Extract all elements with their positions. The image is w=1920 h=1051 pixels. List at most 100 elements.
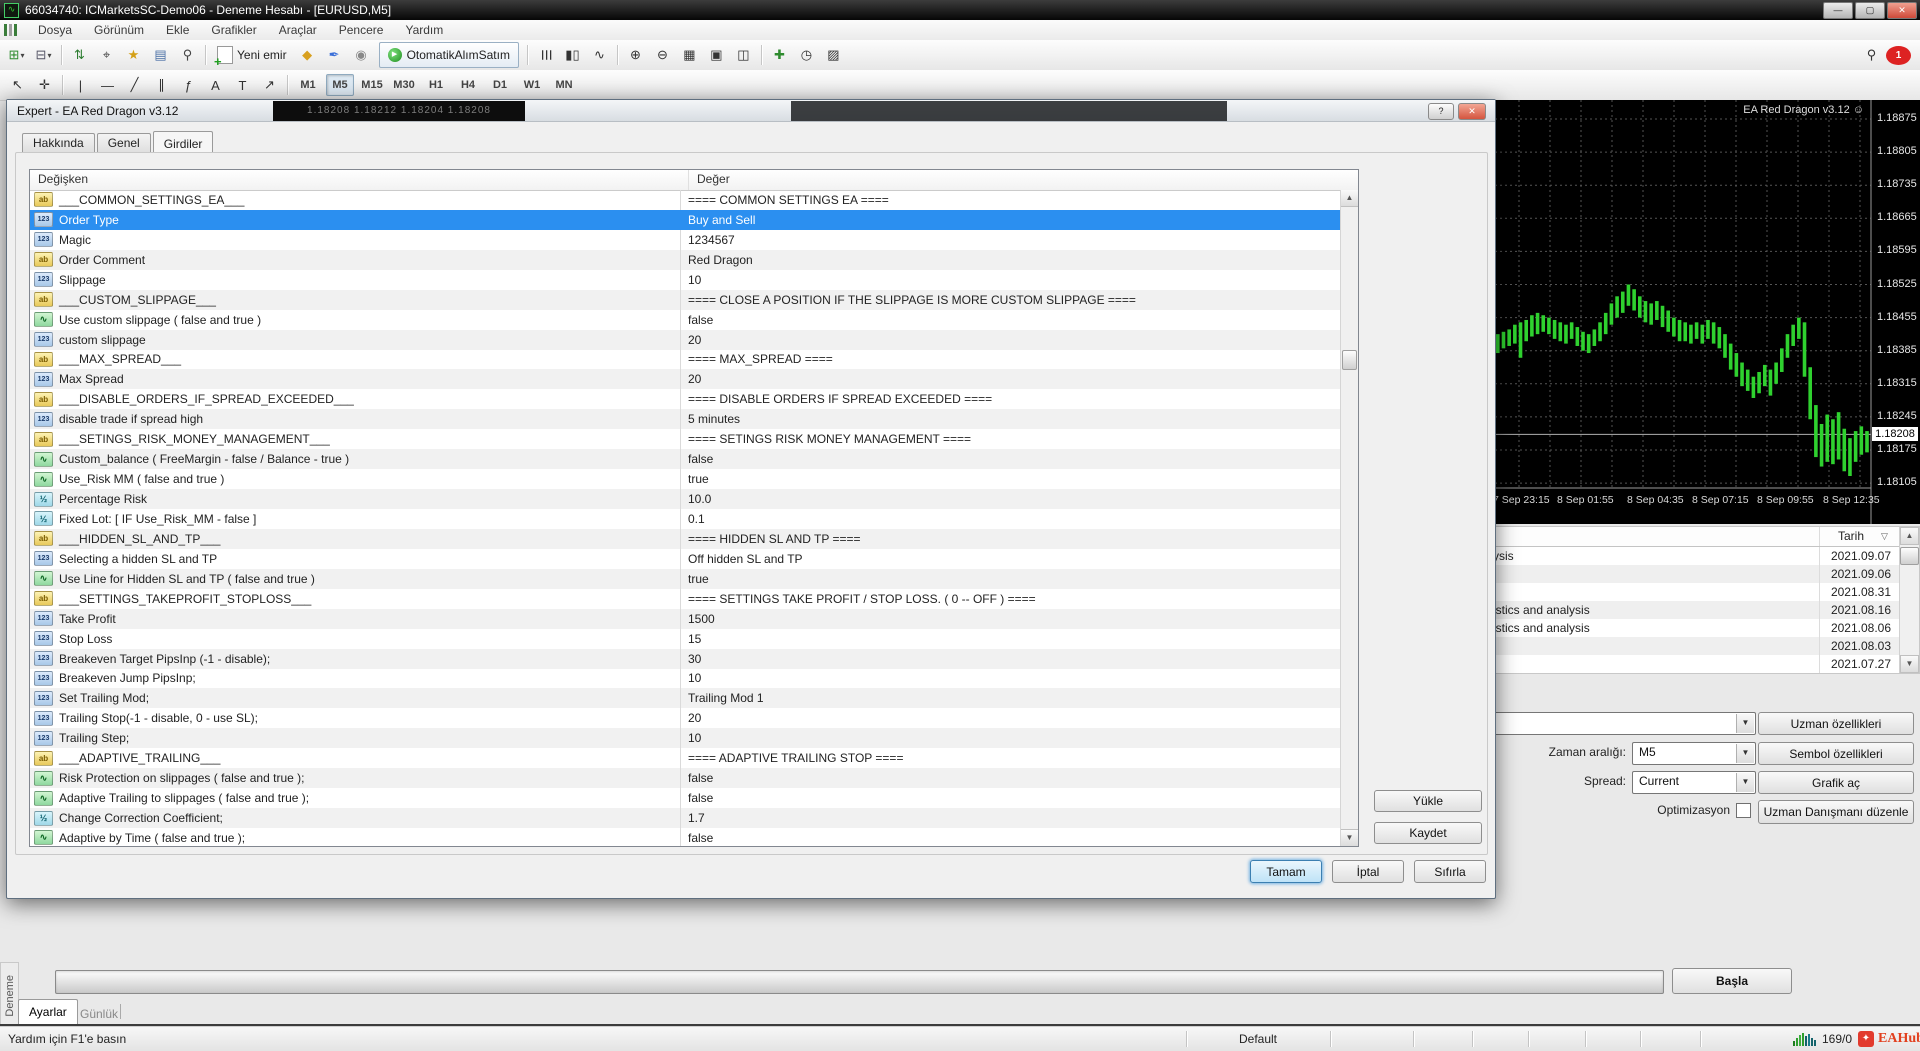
report-list-header[interactable]: Tarih ▽ (1463, 527, 1919, 547)
open-chart-button[interactable]: Grafik aç (1758, 771, 1914, 794)
timeframe-d1[interactable]: D1 (486, 74, 514, 96)
status-profile[interactable]: Default (1186, 1027, 1330, 1051)
cascade-windows-button[interactable]: ▣ (704, 43, 729, 67)
close-button[interactable]: ✕ (1887, 2, 1917, 19)
param-row[interactable]: 123 Order Type Buy and Sell (30, 209, 1341, 230)
autotrading-button[interactable]: ▶ OtomatikAlımSatım (378, 42, 519, 68)
text-tool[interactable]: A (203, 73, 228, 97)
save-button[interactable]: Kaydet (1374, 822, 1482, 844)
param-row[interactable]: 123 Selecting a hidden SL and TP Off hidde… (30, 548, 1341, 569)
param-row[interactable]: 123 Take Profit 1500 (30, 608, 1341, 629)
scroll-up-icon[interactable]: ▲ (1900, 527, 1919, 545)
menu-ara-lar[interactable]: Araçlar (268, 23, 328, 37)
cancel-button[interactable]: İptal (1332, 860, 1404, 883)
param-row[interactable]: 123 Magic 1234567 (30, 229, 1341, 250)
spread-select[interactable]: Current ▼ (1632, 771, 1756, 794)
param-row[interactable]: ∿ Use Line for Hidden SL and TP ( false a… (30, 568, 1341, 589)
timeframe-m5[interactable]: M5 (326, 74, 354, 96)
community-button[interactable]: ✒ (322, 43, 347, 67)
param-row[interactable]: 123 Trailing Stop(-1 - disable, 0 - use S… (30, 708, 1341, 729)
modify-expert-button[interactable]: Uzman Danışmanı düzenle (1758, 800, 1914, 824)
param-row[interactable]: ab ___MAX_SPREAD___ ==== MAX_SPREAD ==== (30, 349, 1341, 370)
optimization-checkbox[interactable] (1736, 803, 1751, 818)
symbol-properties-button[interactable]: Sembol özellikleri (1758, 742, 1914, 765)
report-scrollbar[interactable]: ▲ ▼ (1899, 527, 1919, 673)
param-row[interactable]: 123 Breakeven Target PipsInp (-1 - disabl… (30, 648, 1341, 669)
param-row[interactable]: ∿ Use custom slippage ( false and true ) f… (30, 309, 1341, 330)
param-row[interactable]: ab ___COMMON_SETTINGS_EA___ ==== COMMON SE… (30, 190, 1341, 210)
param-row[interactable]: ½ Change Correction Coefficient; 1.7 (30, 808, 1341, 828)
horizontal-line-tool[interactable]: — (95, 73, 120, 97)
report-row[interactable]: istics and analysis 2021.08.16 (1463, 601, 1919, 619)
data-window-button[interactable]: ⌖ (94, 43, 119, 67)
param-row[interactable]: 123 Breakeven Jump PipsInp; 10 (30, 668, 1341, 689)
param-row[interactable]: ab ___SETTINGS_TAKEPROFIT_STOPLOSS___ ====… (30, 588, 1341, 609)
menu-dosya[interactable]: Dosya (27, 23, 83, 37)
param-row[interactable]: 123 Max Spread 20 (30, 369, 1341, 390)
menu-pencere[interactable]: Pencere (328, 23, 395, 37)
date-column-header[interactable]: Tarih (1821, 527, 1881, 546)
variable-column-header[interactable]: Değişken (30, 170, 689, 190)
crosshair-tool[interactable]: ✛ (32, 73, 57, 97)
price-chart[interactable]: 1.18875 1.18805 1.18735 1.18665 1.18595 1.185… (1480, 100, 1920, 524)
param-row[interactable]: 123 Slippage 10 (30, 269, 1341, 290)
menu-yard-m[interactable]: Yardım (394, 23, 454, 37)
expert-select[interactable]: ▼ (1470, 712, 1756, 735)
menu-g-r-n-m[interactable]: Görünüm (83, 23, 155, 37)
zoom-in-button[interactable]: ⊕ (623, 43, 648, 67)
timeframe-m15[interactable]: M15 (358, 74, 386, 96)
minimize-button[interactable]: — (1823, 2, 1853, 19)
timeframe-w1[interactable]: W1 (518, 74, 546, 96)
market-watch-button[interactable]: ⇅ (67, 43, 92, 67)
value-column-header[interactable]: Değer (689, 170, 1358, 190)
report-row[interactable]: 2021.07.27 (1463, 655, 1919, 673)
new-order-button[interactable]: Yeni emir (210, 43, 294, 69)
param-row[interactable]: ∿ Use_Risk MM ( false and true ) true (30, 469, 1341, 490)
channel-tool[interactable]: ∥ (149, 73, 174, 97)
param-row[interactable]: 123 custom slippage 20 (30, 329, 1341, 350)
dialog-help-button[interactable]: ? (1428, 103, 1454, 120)
scroll-up-icon[interactable]: ▲ (1341, 190, 1358, 207)
scroll-thumb[interactable] (1342, 350, 1357, 370)
periods-button[interactable]: ◷ (794, 43, 819, 67)
param-row[interactable]: ∿ Adaptive Trailing to slippages ( false … (30, 788, 1341, 809)
report-row[interactable]: istics and analysis 2021.08.06 (1463, 619, 1919, 637)
report-row[interactable]: 2021.09.06 (1463, 565, 1919, 583)
start-button[interactable]: Başla (1672, 968, 1792, 994)
load-button[interactable]: Yükle (1374, 790, 1482, 812)
scroll-thumb[interactable] (1900, 547, 1919, 565)
ok-button[interactable]: Tamam (1250, 860, 1322, 883)
tab-girdiler[interactable]: Girdiler (152, 131, 214, 154)
param-row[interactable]: ½ Percentage Risk 10.0 (30, 489, 1341, 509)
navigator-button[interactable]: ★ (121, 43, 146, 67)
timeframe-m30[interactable]: M30 (390, 74, 418, 96)
vertical-line-tool[interactable]: | (68, 73, 93, 97)
tile-windows-button[interactable]: ▦ (677, 43, 702, 67)
maximize-button[interactable]: ▢ (1855, 2, 1885, 19)
search-button[interactable]: ⚲ (1859, 43, 1884, 67)
timeframe-h4[interactable]: H4 (454, 74, 482, 96)
menu-grafikler[interactable]: Grafikler (200, 23, 267, 37)
table-scrollbar[interactable]: ▲ ▼ (1340, 190, 1358, 846)
zoom-out-button[interactable]: ⊖ (650, 43, 675, 67)
param-row[interactable]: ab ___ADAPTIVE_TRAILING___ ==== ADAPTIVE T… (30, 748, 1341, 769)
param-row[interactable]: ∿ Risk Protection on slippages ( false an… (30, 768, 1341, 789)
scroll-down-icon[interactable]: ▼ (1341, 829, 1358, 846)
sounds-button[interactable]: ◉ (349, 43, 374, 67)
cursor-tool[interactable]: ↖ (5, 73, 30, 97)
candlestick-chart-button[interactable]: ▮▯ (560, 43, 585, 67)
period-select[interactable]: M5 ▼ (1632, 742, 1756, 765)
param-row[interactable]: 123 Set Trailing Mod; Trailing Mod 1 (30, 688, 1341, 709)
new-chart-button[interactable]: ⊞ ▾ (4, 43, 29, 67)
profiles-button[interactable]: ⊟ ▾ (31, 43, 56, 67)
param-row[interactable]: ab ___SETINGS_RISK_MONEY_MANAGEMENT___ ===… (30, 429, 1341, 450)
param-row[interactable]: ab ___CUSTOM_SLIPPAGE___ ==== CLOSE A POSI… (30, 289, 1341, 310)
reset-button[interactable]: Sıfırla (1414, 860, 1486, 883)
param-row[interactable]: 123 Stop Loss 15 (30, 628, 1341, 649)
report-row[interactable]: 2021.08.03 (1463, 637, 1919, 655)
metaeditor-button[interactable]: ◆ (295, 43, 320, 67)
dialog-close-button[interactable]: ✕ (1458, 103, 1486, 120)
line-chart-button[interactable]: ∿ (587, 43, 612, 67)
timeframe-m1[interactable]: M1 (294, 74, 322, 96)
tab-hakk-nda[interactable]: Hakkında (22, 133, 95, 153)
